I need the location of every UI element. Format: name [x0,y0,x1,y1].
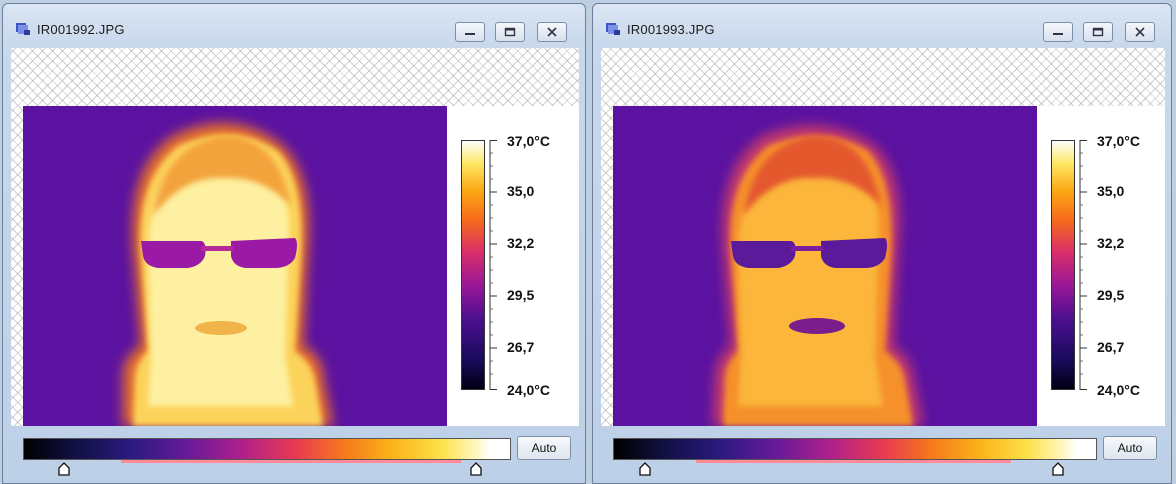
maximize-icon [1092,27,1104,37]
image-canvas: 37,0°C 35,0 32,2 29,5 26,7 24,0°C [11,48,579,426]
palette-gradient[interactable] [613,438,1097,460]
palette-gradient[interactable] [23,438,511,460]
window-title: IR001993.JPG [627,22,715,37]
scale-tick-label: 32,2 [507,235,535,251]
window-titlebar[interactable]: IR001993.JPG [593,4,1171,44]
scale-ruler [1079,140,1087,390]
image-canvas: 37,0°C 35,0 32,2 29,5 26,7 24,0°C [601,48,1165,426]
palette-bar: Auto [601,428,1165,480]
temperature-scale: 37,0°C 35,0 32,2 29,5 26,7 24,0°C [1037,106,1165,426]
scale-tick-label: 32,2 [1097,235,1125,251]
slider-handle-icon[interactable] [639,462,651,476]
scale-min-label: 24,0°C [1097,382,1140,398]
close-button[interactable] [1125,22,1155,42]
thermal-image-icon [606,23,620,35]
scale-tick-label: 26,7 [1097,339,1125,355]
thermal-face-right [613,106,1037,426]
scale-tick-label: 35,0 [507,183,535,199]
scale-max-label: 37,0°C [1097,133,1140,149]
close-icon [547,27,557,37]
scale-max-label: 37,0°C [507,133,550,149]
maximize-button[interactable] [1083,22,1113,42]
thermal-face-left [23,106,447,426]
thermal-window-1: IR001992.JPG 37,0°C 35,0 32,2 29,5 26,7 … [2,3,586,484]
window-titlebar[interactable]: IR001992.JPG [3,4,585,44]
window-title: IR001992.JPG [37,22,125,37]
thermal-image-icon [16,23,30,35]
scale-tick-label: 29,5 [1097,287,1125,303]
thermal-image[interactable] [23,106,447,426]
palette-range-line [696,460,1011,463]
slider-handle-icon[interactable] [58,462,70,476]
thermal-image[interactable] [613,106,1037,426]
thermal-window-2: IR001993.JPG 37,0°C 35,0 32,2 29,5 26,7 … [592,3,1172,484]
scale-tick-label: 29,5 [507,287,535,303]
minimize-button[interactable] [1043,22,1073,42]
scale-min-label: 24,0°C [507,382,550,398]
scale-ruler [489,140,497,390]
minimize-button[interactable] [455,22,485,42]
minimize-icon [1053,33,1063,35]
maximize-button[interactable] [495,22,525,42]
scale-tick-label: 26,7 [507,339,535,355]
minimize-icon [465,33,475,35]
auto-button[interactable]: Auto [1103,436,1157,460]
scale-tick-label: 35,0 [1097,183,1125,199]
slider-handle-icon[interactable] [1052,462,1064,476]
slider-handle-icon[interactable] [470,462,482,476]
temperature-color-bar [461,140,485,390]
temperature-scale: 37,0°C 35,0 32,2 29,5 26,7 24,0°C [447,106,579,426]
close-button[interactable] [537,22,567,42]
close-icon [1135,27,1145,37]
maximize-icon [504,27,516,37]
auto-button[interactable]: Auto [517,436,571,460]
temperature-color-bar [1051,140,1075,390]
palette-bar: Auto [11,428,579,480]
palette-range-line [121,460,461,463]
